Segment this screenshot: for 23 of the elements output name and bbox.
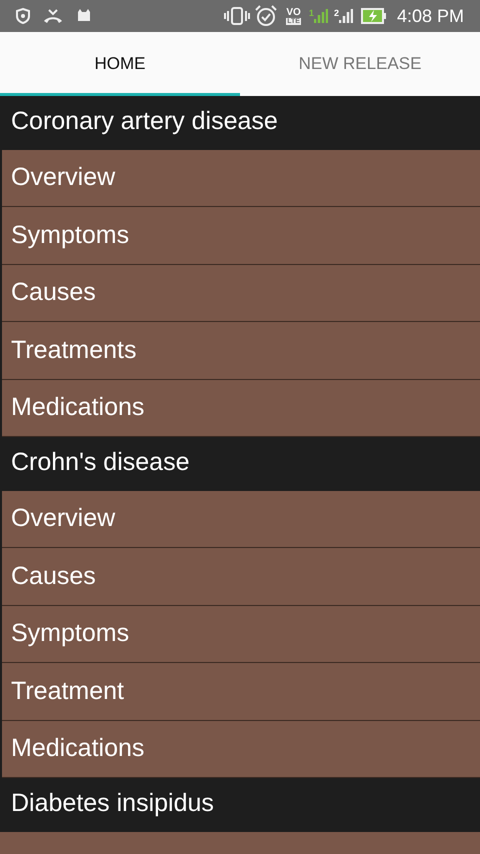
clock-time: 4:08 PM: [396, 4, 464, 28]
list-item[interactable]: Medications: [2, 720, 480, 778]
list-item[interactable]: Medications: [2, 380, 480, 437]
battery-charging-icon: [360, 7, 387, 25]
missed-call-icon: [42, 8, 64, 24]
list-item[interactable]: Causes: [2, 264, 480, 322]
list-item[interactable]: Symptoms: [2, 207, 480, 265]
tab[interactable]: NEW RELEASE: [240, 32, 480, 96]
vibrate-icon: [224, 6, 250, 26]
signal-icon: [338, 7, 353, 25]
list-item[interactable]: Causes: [2, 548, 480, 606]
volte-label: VO: [286, 8, 301, 18]
list-item[interactable]: Overview: [2, 490, 480, 548]
signal-icon: [314, 7, 328, 25]
shield-icon: [16, 8, 30, 24]
alarm-icon: [254, 5, 278, 27]
android-icon: [76, 8, 92, 24]
list-item[interactable]: Treatment: [2, 663, 480, 721]
sim-label: 1: [308, 7, 314, 20]
list-item[interactable]: Overview: [2, 150, 480, 208]
list-item[interactable]: Treatments: [2, 322, 480, 380]
list-item[interactable]: Symptoms: [2, 606, 480, 664]
sim-label: 2: [334, 7, 339, 20]
